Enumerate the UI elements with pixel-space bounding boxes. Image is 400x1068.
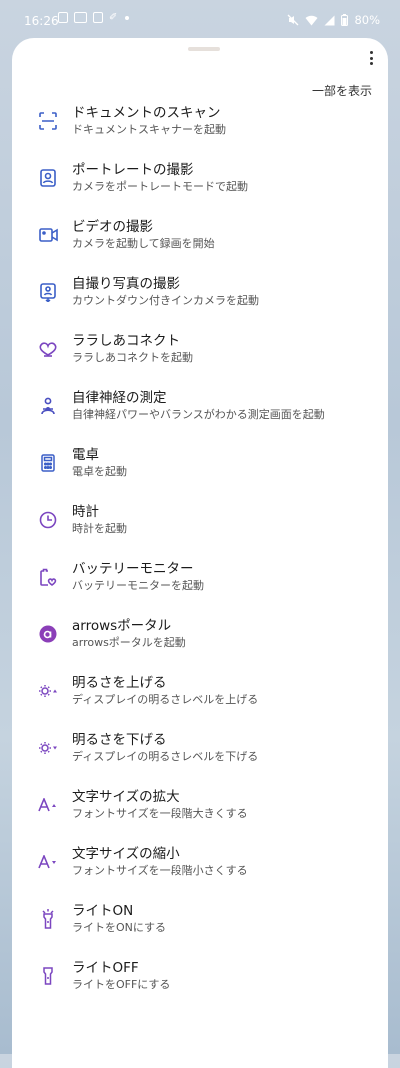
- list-item[interactable]: ライトON ライトをONにする: [12, 896, 388, 953]
- mute-icon: [287, 14, 299, 26]
- status-bar: 16:26 ✐ 80%: [0, 0, 400, 40]
- shortcut-sheet: 一部を表示 ドキュメントのスキャン ドキュメントスキャナーを起動 ポートレートの…: [12, 38, 388, 1068]
- video-camera-icon: [38, 225, 58, 245]
- person-wellness-icon: [38, 396, 58, 416]
- battery-heart-icon: [38, 567, 58, 587]
- list-item[interactable]: バッテリーモニター バッテリーモニターを起動: [12, 554, 388, 611]
- list-item[interactable]: 明るさを上げる ディスプレイの明るさレベルを上げる: [12, 668, 388, 725]
- more-notifications-icon: [125, 15, 130, 20]
- text-size-up-icon: [38, 795, 58, 815]
- parking-notification-icon: [58, 12, 68, 23]
- list-item[interactable]: 文字サイズの縮小 フォントサイズを一段階小さくする: [12, 839, 388, 896]
- list-item[interactable]: 自撮り写真の撮影 カウントダウン付きインカメラを起動: [12, 269, 388, 326]
- list-item[interactable]: ビデオの撮影 カメラを起動して録画を開始: [12, 212, 388, 269]
- portrait-camera-icon: [38, 168, 58, 188]
- list-item[interactable]: ドキュメントのスキャン ドキュメントスキャナーを起動: [12, 98, 388, 155]
- scan-icon: [38, 111, 58, 131]
- flashlight-off-icon: [38, 966, 58, 986]
- brightness-up-icon: [38, 681, 58, 701]
- list-item[interactable]: ララしあコネクト ララしあコネクトを起動: [12, 326, 388, 383]
- drag-handle[interactable]: [188, 47, 220, 51]
- show-some-link[interactable]: 一部を表示: [312, 82, 372, 99]
- wifi-assist-icon: ✐: [109, 12, 118, 23]
- signal-icon: [324, 15, 335, 25]
- list-item[interactable]: ライトOFF ライトをOFFにする: [12, 953, 388, 1010]
- list-item[interactable]: 明るさを下げる ディスプレイの明るさレベルを下げる: [12, 725, 388, 782]
- selfie-icon: [38, 282, 58, 302]
- list-item[interactable]: arrowsポータル arrowsポータルを起動: [12, 611, 388, 668]
- list-item[interactable]: 電卓 電卓を起動: [12, 440, 388, 497]
- text-size-down-icon: [38, 852, 58, 872]
- arrows-logo-icon: [38, 624, 58, 644]
- clock-icon: [38, 510, 58, 530]
- list-item[interactable]: ポートレートの撮影 カメラをポートレートモードで起動: [12, 155, 388, 212]
- shortcut-list: ドキュメントのスキャン ドキュメントスキャナーを起動 ポートレートの撮影 カメラ…: [12, 98, 388, 1010]
- notification-icons: ✐: [58, 12, 130, 23]
- list-item[interactable]: 自律神経の測定 自律神経パワーやバランスがわかる測定画面を起動: [12, 383, 388, 440]
- app-notification-icon: [93, 12, 103, 23]
- flashlight-on-icon: [38, 909, 58, 929]
- wifi-icon: [305, 15, 318, 25]
- brightness-down-icon: [38, 738, 58, 758]
- status-time: 16:26: [24, 14, 59, 28]
- more-options-button[interactable]: [364, 48, 378, 68]
- wallet-notification-icon: [74, 12, 87, 23]
- list-item[interactable]: 文字サイズの拡大 フォントサイズを一段階大きくする: [12, 782, 388, 839]
- list-item[interactable]: 時計 時計を起動: [12, 497, 388, 554]
- calculator-icon: [38, 453, 58, 473]
- system-icons: 80%: [287, 13, 380, 27]
- heart-connect-icon: [38, 339, 58, 359]
- battery-icon: [341, 14, 349, 26]
- battery-percent: 80%: [354, 13, 380, 27]
